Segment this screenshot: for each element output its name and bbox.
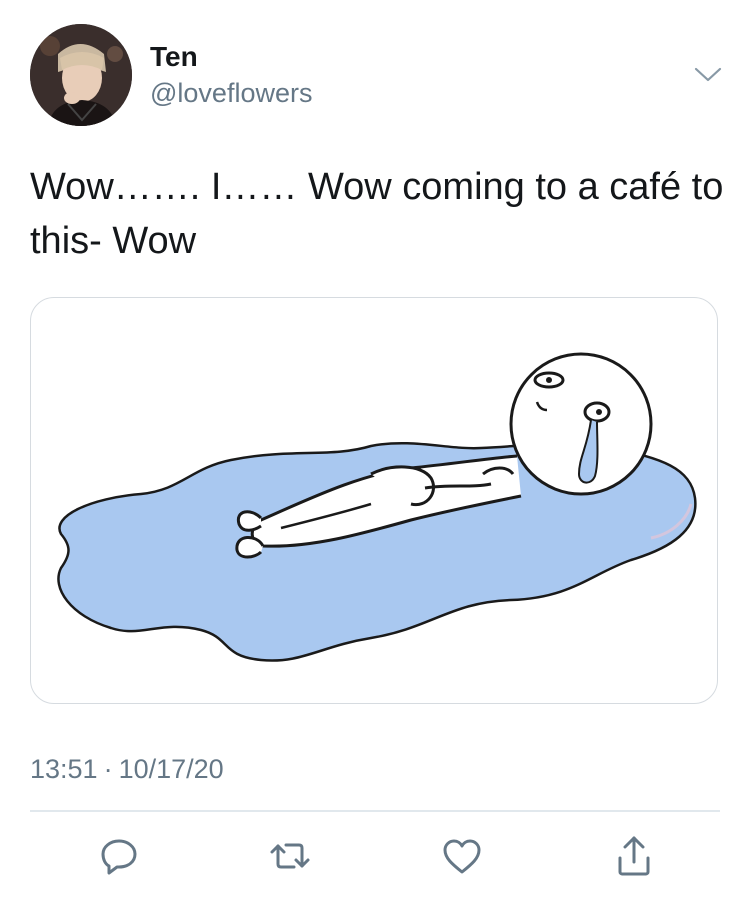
crying-puddle-illustration bbox=[57, 352, 697, 662]
avatar-image bbox=[30, 24, 132, 126]
tweet-timestamp[interactable]: 13:51 · 10/17/20 bbox=[30, 752, 224, 786]
tweet-menu-button[interactable] bbox=[688, 60, 728, 90]
like-icon bbox=[443, 839, 481, 874]
tweet-date: 10/17/20 bbox=[118, 754, 224, 784]
share-icon bbox=[618, 836, 650, 876]
like-button[interactable] bbox=[438, 832, 486, 880]
divider bbox=[30, 810, 720, 812]
reply-icon bbox=[101, 839, 137, 875]
share-button[interactable] bbox=[610, 832, 658, 880]
retweet-icon bbox=[270, 843, 310, 869]
avatar[interactable] bbox=[30, 24, 132, 126]
tweet-text: Wow……. I…… Wow coming to a café to this-… bbox=[30, 166, 724, 262]
tweet-time: 13:51 bbox=[30, 754, 98, 784]
author-handle[interactable]: @loveflowers bbox=[150, 76, 312, 110]
chevron-down-icon bbox=[694, 67, 722, 82]
reply-button[interactable] bbox=[95, 832, 143, 880]
author-display-name[interactable]: Ten bbox=[150, 40, 198, 74]
tweet-media[interactable] bbox=[30, 297, 718, 704]
retweet-button[interactable] bbox=[266, 832, 314, 880]
timestamp-separator: · bbox=[103, 754, 113, 784]
